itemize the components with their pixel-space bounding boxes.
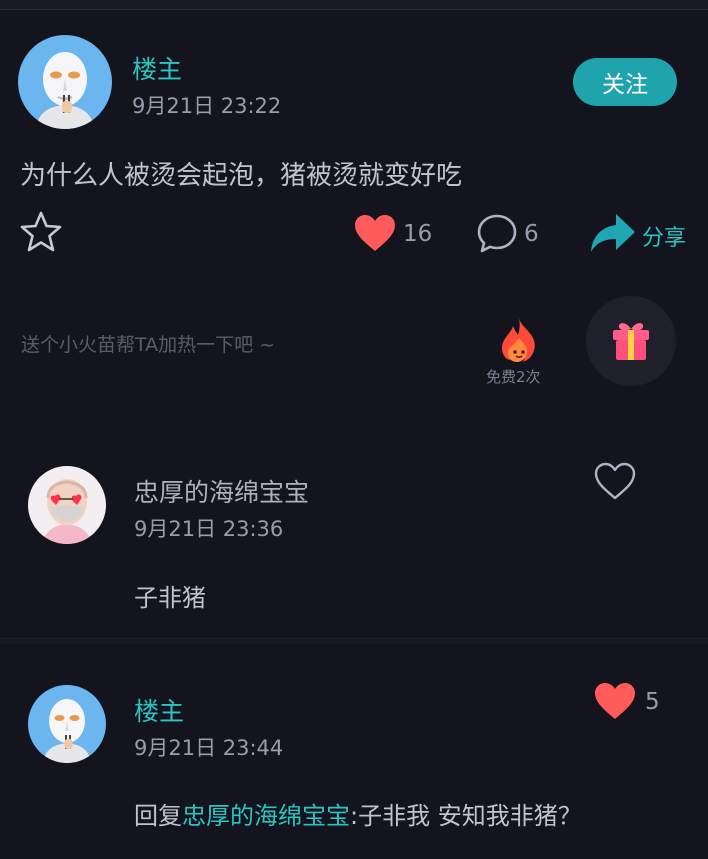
post-time: 9月21日 23:22 [132,94,282,118]
comment-text: 子非猪 [134,584,206,612]
commenter-name[interactable]: 楼主 [134,692,184,728]
reply-prefix: 回复 [134,802,182,830]
star-outline-icon[interactable] [18,210,64,254]
gift-icon [613,323,649,360]
like-count: 16 [403,221,433,247]
reply-text: 回复忠厚的海绵宝宝:子非我 安知我非猪？ [134,796,582,831]
commenter-avatar[interactable] [28,685,106,763]
comment-time: 9月21日 23:44 [134,736,284,760]
gift-button[interactable] [586,296,676,386]
comment-count: 6 [524,221,539,247]
share-label[interactable]: 分享 [642,220,686,252]
bald-avatar-icon [42,479,92,544]
share-arrow-icon[interactable] [589,212,637,254]
heart-outline-icon[interactable] [593,461,637,501]
reply-body: :子非我 安知我非猪？ [350,802,582,830]
top-status-bar [0,0,708,10]
reply-target-name[interactable]: 忠厚的海绵宝宝 [182,802,350,830]
author-name[interactable]: 楼主 [132,50,182,86]
post-body: 为什么人被烫会起泡，猪被烫就变好吃 [20,161,463,191]
mask-avatar-icon [36,52,94,129]
boost-hint: 送个小火苗帮TA加热一下吧 ~ [21,334,276,356]
heart-icon[interactable] [593,681,637,721]
section-divider [0,638,708,644]
comment-like-count: 5 [645,689,660,715]
free-count-label: 免费2次 [486,368,541,386]
commenter-avatar[interactable] [28,466,106,544]
fire-icon[interactable] [497,316,541,364]
mask-avatar-icon [43,699,91,763]
comment-time: 9月21日 23:36 [134,517,284,541]
heart-icon[interactable] [353,213,397,253]
comment-bubble-icon[interactable] [476,213,518,255]
commenter-name[interactable]: 忠厚的海绵宝宝 [134,473,309,509]
follow-button[interactable]: 关注 [573,58,677,106]
author-avatar[interactable] [18,35,112,129]
